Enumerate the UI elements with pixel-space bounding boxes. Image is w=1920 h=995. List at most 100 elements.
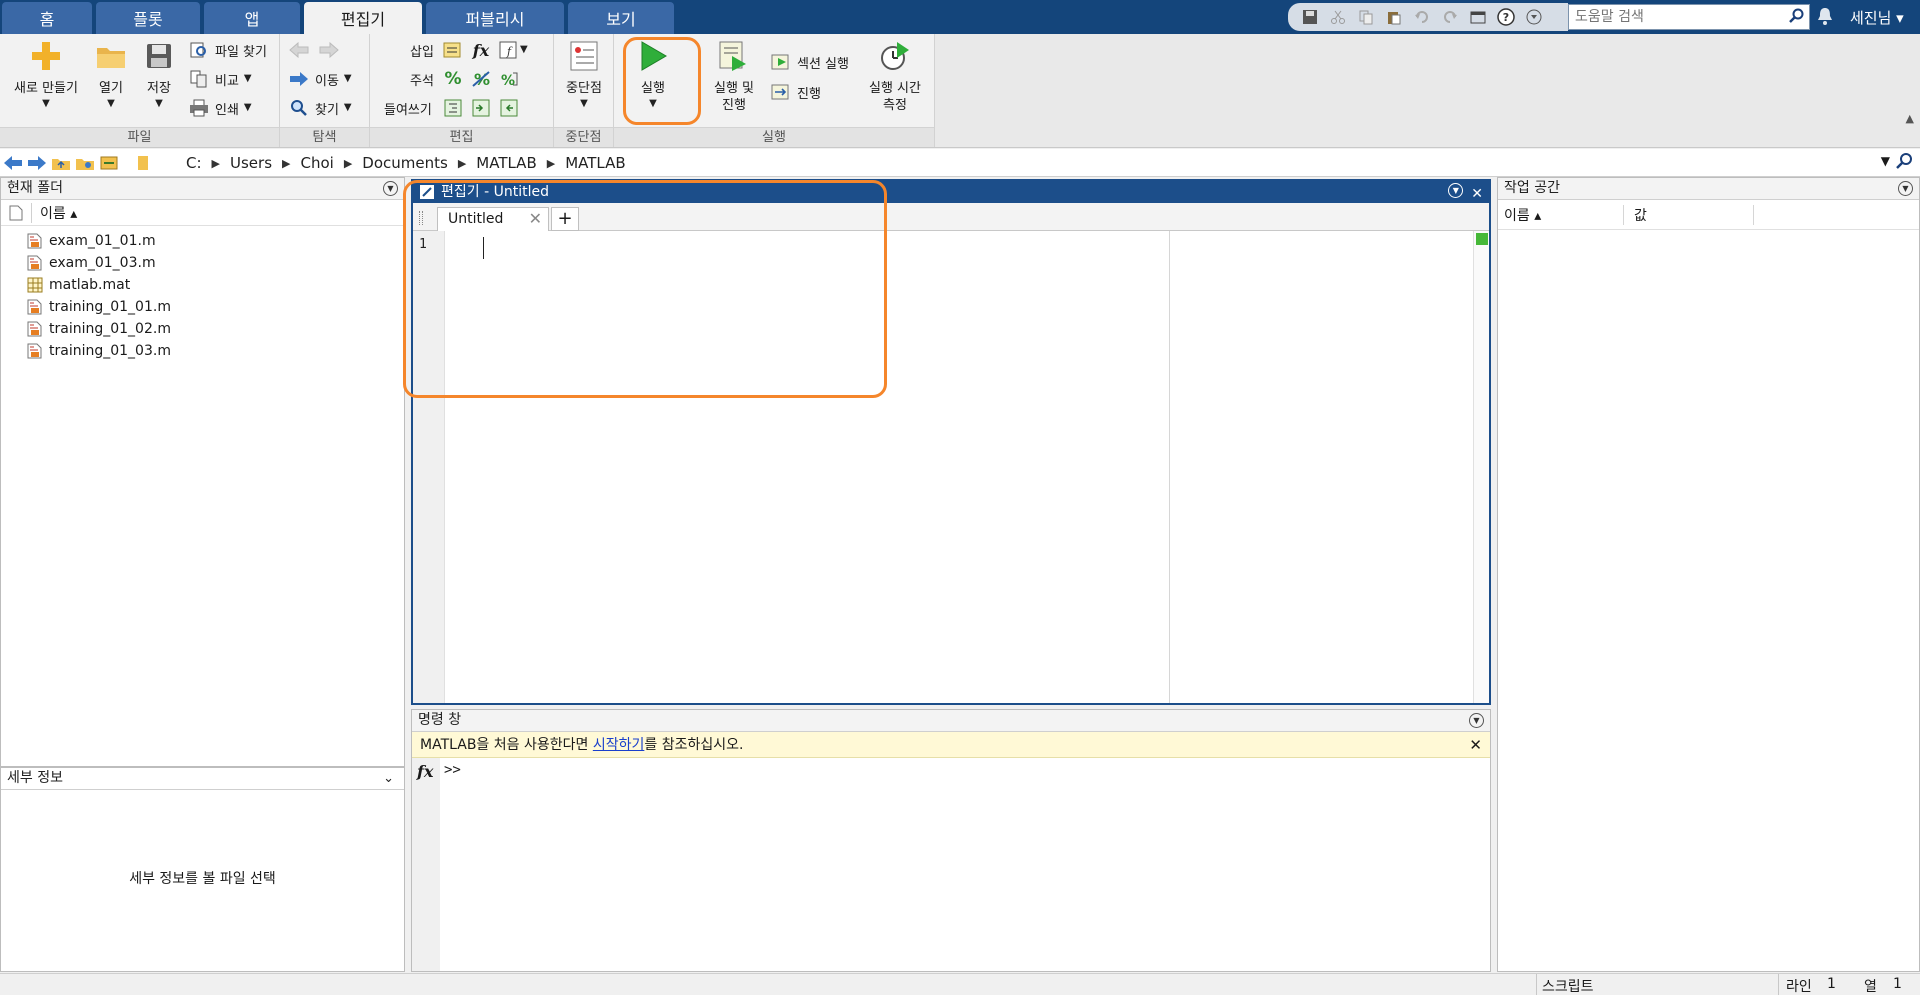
tab-apps[interactable]: 앱: [204, 2, 300, 34]
workspace-name-column[interactable]: 이름 ▴: [1498, 204, 1624, 225]
user-account-menu[interactable]: 세진님 ▾: [1850, 7, 1904, 28]
command-window-title: 명령 창 ▼: [412, 710, 1490, 732]
address-dropdown-icon[interactable]: ▼: [1881, 154, 1890, 168]
file-item[interactable]: matlab.mat: [1, 274, 404, 296]
breadcrumb-segment[interactable]: Choi: [300, 154, 333, 172]
new-tab-button[interactable]: +: [551, 207, 579, 231]
customize-dropdown-icon[interactable]: [1524, 7, 1544, 27]
up-one-level-icon[interactable]: [50, 152, 72, 174]
redo-icon[interactable]: [1440, 7, 1460, 27]
code-analyzer-status-icon[interactable]: [1476, 233, 1488, 245]
magnifier-icon: [288, 97, 310, 119]
increase-indent-icon[interactable]: [470, 97, 492, 119]
workspace-value-column[interactable]: 값: [1624, 204, 1754, 225]
paste-icon[interactable]: [1384, 7, 1404, 27]
insert-function-icon[interactable]: fx: [470, 39, 492, 61]
print-button[interactable]: 인쇄 ▼: [188, 96, 252, 120]
panel-menu-icon[interactable]: ▼: [383, 181, 398, 196]
workspace-column-header: 이름 ▴ 값: [1498, 200, 1919, 230]
details-panel: 세부 정보 ⌄ 세부 정보를 볼 파일 선택: [0, 767, 405, 972]
column-name-header[interactable]: 이름 ▴: [31, 202, 77, 223]
forward-arrow-icon[interactable]: [318, 39, 340, 61]
browse-folder-icon[interactable]: [74, 152, 96, 174]
chevron-down-icon: ▼: [243, 73, 252, 84]
tab-editor[interactable]: 편집기: [304, 2, 422, 34]
file-item[interactable]: training_01_02.m: [1, 318, 404, 340]
save-icon[interactable]: [1300, 7, 1320, 27]
panel-menu-icon[interactable]: ▼: [1469, 713, 1484, 728]
insert-dropdown-icon[interactable]: ▼: [520, 43, 528, 57]
function-browser-icon[interactable]: fx: [417, 762, 433, 781]
find-button[interactable]: 찾기 ▼: [288, 96, 352, 120]
printer-icon: [188, 97, 210, 119]
forward-icon[interactable]: [26, 152, 48, 174]
comment-percent-icon[interactable]: %: [442, 68, 464, 90]
m-file-icon: [27, 255, 42, 271]
run-and-time-button[interactable]: 실행 시간 측정: [862, 38, 928, 114]
insert-section-icon[interactable]: [442, 39, 464, 61]
comment-button[interactable]: 주석: [410, 67, 434, 91]
run-and-advance-button[interactable]: 실행 및 진행: [704, 38, 764, 114]
editor-menu-icon[interactable]: ▼: [1448, 183, 1464, 198]
current-folder-title: 현재 폴더 ▼: [1, 178, 404, 200]
tab-plots[interactable]: 플롯: [96, 2, 200, 34]
breadcrumb-segment[interactable]: MATLAB: [565, 154, 625, 172]
open-button[interactable]: 열기 ▼: [88, 38, 134, 111]
breadcrumb-separator-icon: ▶: [282, 156, 291, 170]
smart-indent-icon[interactable]: [442, 97, 464, 119]
panel-menu-icon[interactable]: ▼: [1898, 181, 1913, 196]
file-item[interactable]: exam_01_01.m: [1, 230, 404, 252]
undo-icon[interactable]: [1412, 7, 1432, 27]
breadcrumb: C: ▶ Users ▶ Choi ▶ Documents ▶ MATLAB ▶ MATL…: [186, 154, 626, 172]
toolstrip-tabs: 홈 플롯 앱 편집기 퍼블리시 보기 ? 세진님 ▾: [0, 0, 1920, 34]
search-folder-icon[interactable]: [1896, 152, 1914, 174]
help-icon[interactable]: ?: [1496, 7, 1516, 27]
close-tab-icon[interactable]: ✕: [529, 208, 542, 230]
tab-publish[interactable]: 퍼블리시: [426, 2, 564, 34]
indent-button[interactable]: 들여쓰기: [384, 96, 432, 120]
decrease-indent-icon[interactable]: [498, 97, 520, 119]
breadcrumb-segment[interactable]: Documents: [362, 154, 448, 172]
back-icon[interactable]: [2, 152, 24, 174]
breadcrumb-segment[interactable]: Users: [230, 154, 272, 172]
run-section-button[interactable]: 섹션 실행: [770, 50, 849, 74]
run-button[interactable]: 실행 ▼: [628, 38, 678, 111]
goto-button[interactable]: 이동 ▼: [288, 67, 352, 91]
copy-icon[interactable]: [1356, 7, 1376, 27]
insert-options-icon[interactable]: f: [498, 39, 520, 61]
editor-tab-untitled[interactable]: Untitled ✕: [437, 207, 549, 231]
breadcrumb-segment[interactable]: MATLAB: [476, 154, 536, 172]
tab-view[interactable]: 보기: [568, 2, 674, 34]
compare-button[interactable]: 비교 ▼: [188, 67, 252, 91]
folder-options-icon[interactable]: [98, 152, 120, 174]
tab-home[interactable]: 홈: [2, 2, 92, 34]
breadcrumb-segment[interactable]: C:: [186, 154, 202, 172]
switch-windows-icon[interactable]: [1468, 7, 1488, 27]
close-editor-icon[interactable]: ✕: [1471, 183, 1483, 205]
search-icon[interactable]: [1789, 8, 1805, 28]
breakpoints-button[interactable]: 중단점 ▼: [558, 38, 610, 111]
insert-button[interactable]: 삽입: [410, 38, 434, 62]
collapse-ribbon-icon[interactable]: ▲: [1906, 112, 1914, 125]
uncomment-icon[interactable]: %: [470, 68, 492, 90]
tab-grip-icon: [419, 211, 423, 225]
close-banner-icon[interactable]: ✕: [1469, 732, 1482, 758]
getting-started-link[interactable]: 시작하기: [593, 737, 645, 753]
file-item[interactable]: training_01_01.m: [1, 296, 404, 318]
find-files-button[interactable]: 파일 찾기: [188, 38, 267, 62]
advance-button[interactable]: 진행: [770, 80, 821, 104]
back-arrow-icon[interactable]: [288, 39, 310, 61]
new-button[interactable]: 새로 만들기 ▼: [6, 38, 86, 111]
code-area[interactable]: [445, 231, 1473, 703]
file-item[interactable]: training_01_03.m: [1, 340, 404, 362]
chevron-down-icon[interactable]: ⌄: [383, 768, 394, 789]
m-file-icon: [27, 321, 42, 337]
save-button[interactable]: 저장 ▼: [136, 38, 182, 111]
command-prompt[interactable]: >>: [444, 762, 461, 778]
new-plus-icon: [28, 38, 64, 74]
cut-icon[interactable]: [1328, 7, 1348, 27]
wrap-comments-icon[interactable]: %: [498, 68, 520, 90]
notification-bell-icon[interactable]: [1816, 6, 1834, 30]
help-search-input[interactable]: [1575, 9, 1780, 25]
file-item[interactable]: exam_01_03.m: [1, 252, 404, 274]
